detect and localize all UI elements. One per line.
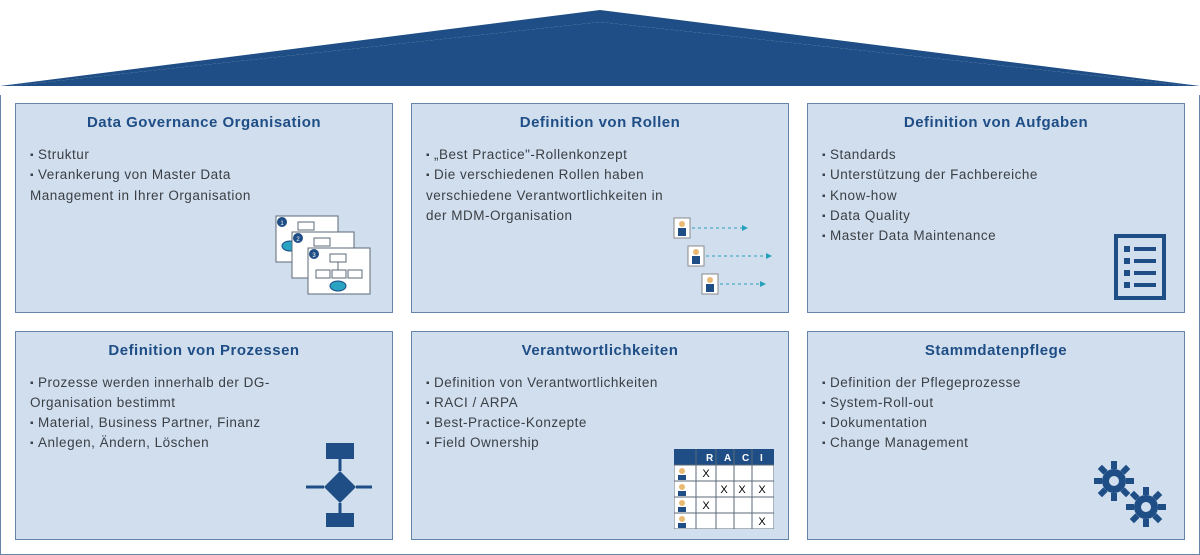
list-item: Change Management <box>822 433 1070 453</box>
list-item: Unterstützung der Fachbereiche <box>822 165 1070 185</box>
list-item: Data Quality <box>822 206 1070 226</box>
card-definition-von-prozessen: Definition von Prozessen Prozesse werden… <box>15 331 393 541</box>
list-item: Anlegen, Ändern, Löschen <box>30 433 278 453</box>
svg-text:X: X <box>702 500 710 512</box>
svg-text:X: X <box>758 484 766 496</box>
card-title: Stammdatenpflege <box>822 342 1170 359</box>
gears-icon <box>1090 459 1170 529</box>
card-list: Definition der Pflegeprozesse System-Rol… <box>822 373 1170 454</box>
svg-text:I: I <box>760 453 763 464</box>
card-title: Definition von Prozessen <box>30 342 378 359</box>
svg-text:X: X <box>720 484 728 496</box>
svg-text:X: X <box>702 468 710 480</box>
list-item: „Best Practice"-Rollenkonzept <box>426 145 674 165</box>
svg-text:R: R <box>706 453 714 464</box>
list-item: RACI / ARPA <box>426 393 674 413</box>
list-item: Know-how <box>822 186 1070 206</box>
list-item: Best-Practice-Konzepte <box>426 413 674 433</box>
flowchart-icon <box>298 439 378 529</box>
card-title: Verantwortlichkeiten <box>426 342 774 359</box>
list-item: Material, Business Partner, Finanz <box>30 413 278 433</box>
card-stammdatenpflege: Stammdatenpflege Definition der Pflegepr… <box>807 331 1185 541</box>
card-list: Definition von Verantwortlichkeiten RACI… <box>426 373 774 454</box>
card-verantwortlichkeiten: Verantwortlichkeiten Definition von Vera… <box>411 331 789 541</box>
list-item: System-Roll-out <box>822 393 1070 413</box>
card-definition-von-rollen: Definition von Rollen „Best Practice"-Ro… <box>411 103 789 313</box>
raci-matrix-icon: R A C I X X X X X X <box>674 449 774 529</box>
list-item: Field Ownership <box>426 433 674 453</box>
list-item: Dokumentation <box>822 413 1070 433</box>
svg-text:X: X <box>738 484 746 496</box>
svg-text:C: C <box>742 453 749 464</box>
svg-text:X: X <box>758 516 766 528</box>
card-definition-von-aufgaben: Definition von Aufgaben Standards Unters… <box>807 103 1185 313</box>
card-title: Definition von Aufgaben <box>822 114 1170 131</box>
svg-text:A: A <box>724 453 731 464</box>
pillars-grid: Data Governance Organisation Struktur Ve… <box>0 95 1200 555</box>
list-item: Definition von Verantwortlichkeiten <box>426 373 674 393</box>
list-item: Prozesse werden innerhalb der DG-Organis… <box>30 373 278 414</box>
card-list: Struktur Verankerung von Master Data Man… <box>30 145 378 206</box>
list-item: Struktur <box>30 145 278 165</box>
list-item: Die verschiedenen Rollen haben verschied… <box>426 165 674 226</box>
org-charts-icon: 1 2 3 <box>268 212 378 302</box>
card-title: Definition von Rollen <box>426 114 774 131</box>
checklist-icon <box>1110 232 1170 302</box>
list-item: Definition der Pflegeprozesse <box>822 373 1070 393</box>
list-item: Standards <box>822 145 1070 165</box>
list-item: Verankerung von Master Data Management i… <box>30 165 278 206</box>
list-item: Master Data Maintenance <box>822 226 1070 246</box>
roof-shape <box>0 0 1200 90</box>
people-roles-icon <box>664 212 774 302</box>
card-title: Data Governance Organisation <box>30 114 378 131</box>
card-data-governance-organisation: Data Governance Organisation Struktur Ve… <box>15 103 393 313</box>
